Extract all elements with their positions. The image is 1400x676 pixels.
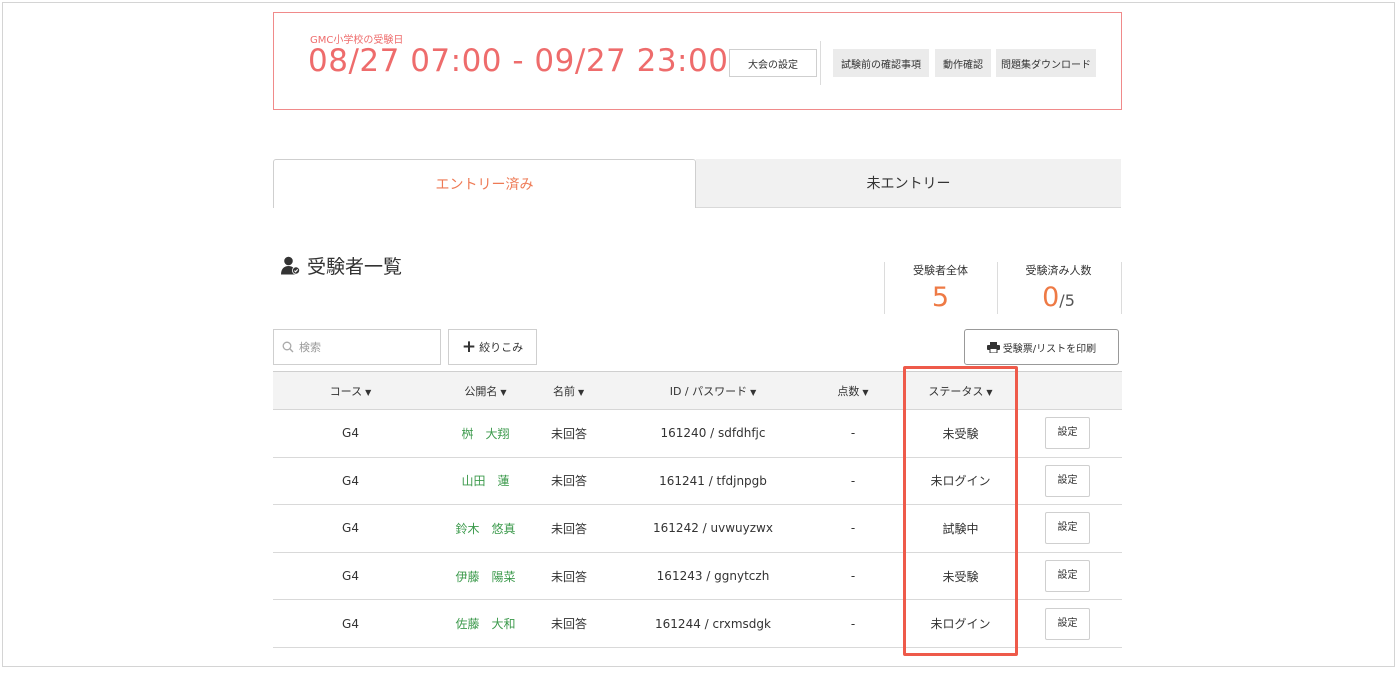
id-password-cell: 161240 / sdfdhfjc (628, 409, 798, 458)
status-cell: 試験中 (908, 504, 1013, 553)
column-header-id-password[interactable]: ID / パスワード ▼ (628, 371, 798, 410)
total-examinees-label: 受験者全体 (913, 264, 968, 277)
table-row: G4 伊藤 陽菜 未回答 161243 / ggnytczh - 未受験 設定 (273, 552, 1122, 601)
course-cell: G4 (273, 504, 428, 553)
settings-button[interactable]: 設定 (1045, 512, 1090, 545)
action-cell: 設定 (1013, 409, 1122, 458)
score-cell: - (798, 504, 908, 553)
user-check-icon (281, 256, 300, 275)
score-cell: - (798, 599, 908, 648)
filter-button-label: 絞りこみ (479, 341, 524, 354)
public-name-link[interactable]: 伊藤 陽菜 (428, 552, 543, 601)
sort-down-icon: ▼ (750, 387, 757, 397)
status-cell: 未ログイン (908, 457, 1013, 506)
column-header-action (1013, 371, 1122, 410)
operation-check-button[interactable]: 動作確認 (935, 49, 991, 77)
name-cell: 未回答 (543, 599, 628, 648)
score-cell: - (798, 409, 908, 458)
name-cell: 未回答 (543, 552, 628, 601)
problem-download-button[interactable]: 問題集ダウンロード (996, 49, 1096, 77)
exam-schedule-box: GMC小学校の受験日 08/27 07:00 - 09/27 23:00 大会の… (273, 12, 1122, 110)
tab-not-entered[interactable]: 未エントリー (696, 159, 1121, 208)
public-name-link[interactable]: 桝 大翔 (428, 409, 543, 458)
sort-down-icon: ▼ (862, 387, 869, 397)
column-header-public-name[interactable]: 公開名 ▼ (428, 371, 543, 410)
search-box[interactable] (273, 329, 441, 365)
search-icon (282, 341, 294, 353)
exam-date-range: 08/27 07:00 - 09/27 23:00 (308, 43, 729, 79)
status-cell: 未受験 (908, 552, 1013, 601)
action-cell: 設定 (1013, 552, 1122, 601)
sort-down-icon: ▼ (578, 387, 585, 397)
stat-divider (997, 262, 998, 314)
score-cell: - (798, 457, 908, 506)
column-header-status[interactable]: ステータス ▼ (908, 371, 1013, 410)
settings-button[interactable]: 設定 (1045, 607, 1090, 640)
status-cell: 未受験 (908, 409, 1013, 458)
settings-button[interactable]: 設定 (1045, 464, 1090, 497)
sort-down-icon: ▼ (500, 387, 507, 397)
completed-count-number: 0 (1042, 282, 1060, 313)
table-header-row: コース ▼ 公開名 ▼ 名前 ▼ ID / パスワード ▼ 点数 ▼ ステータス ▼ (273, 371, 1122, 410)
name-cell: 未回答 (543, 504, 628, 553)
plus-icon: + (461, 336, 477, 357)
examinee-table: コース ▼ 公開名 ▼ 名前 ▼ ID / パスワード ▼ 点数 ▼ ステータス ▼ G4 … (273, 371, 1122, 648)
action-cell: 設定 (1013, 599, 1122, 648)
table-row: G4 佐藤 大和 未回答 161244 / crxmsdgk - 未ログイン 設… (273, 599, 1122, 648)
column-header-score[interactable]: 点数 ▼ (798, 371, 908, 410)
public-name-link[interactable]: 鈴木 悠真 (428, 504, 543, 553)
completed-count-value: 0/5 (1002, 282, 1115, 313)
public-name-link[interactable]: 佐藤 大和 (428, 599, 543, 648)
header-divider (820, 41, 821, 85)
status-cell: 未ログイン (908, 599, 1013, 648)
print-button-label: 受験票/リストを印刷 (1002, 343, 1097, 355)
column-header-name[interactable]: 名前 ▼ (543, 371, 628, 410)
contest-settings-button[interactable]: 大会の設定 (729, 49, 817, 77)
table-row: G4 鈴木 悠真 未回答 161242 / uvwuyzwx - 試験中 設定 (273, 504, 1122, 553)
table-row: G4 桝 大翔 未回答 161240 / sdfdhfjc - 未受験 設定 (273, 409, 1122, 458)
course-cell: G4 (273, 599, 428, 648)
print-button[interactable]: 受験票/リストを印刷 (964, 329, 1119, 365)
course-cell: G4 (273, 457, 428, 506)
settings-button[interactable]: 設定 (1045, 560, 1090, 593)
section-title-text: 受験者一覧 (307, 256, 403, 278)
course-cell: G4 (273, 409, 428, 458)
tab-entered[interactable]: エントリー済み (273, 159, 696, 208)
public-name-link[interactable]: 山田 蓮 (428, 457, 543, 506)
name-cell: 未回答 (543, 457, 628, 506)
printer-icon (986, 341, 1000, 353)
name-cell: 未回答 (543, 409, 628, 458)
sort-down-icon: ▼ (986, 387, 993, 397)
completed-count-total: /5 (1059, 291, 1075, 310)
id-password-cell: 161241 / tfdjnpgb (628, 457, 798, 506)
table-row: G4 山田 蓮 未回答 161241 / tfdjnpgb - 未ログイン 設定 (273, 457, 1122, 506)
total-examinees-value: 5 (931, 282, 950, 313)
id-password-cell: 161243 / ggnytczh (628, 552, 798, 601)
action-cell: 設定 (1013, 457, 1122, 506)
id-password-cell: 161242 / uvwuyzwx (628, 504, 798, 553)
section-title: 受験者一覧 (281, 252, 402, 279)
pre-exam-checklist-button[interactable]: 試験前の確認事項 (833, 49, 929, 77)
settings-button[interactable]: 設定 (1045, 417, 1090, 450)
action-cell: 設定 (1013, 504, 1122, 553)
id-password-cell: 161244 / crxmsdgk (628, 599, 798, 648)
score-cell: - (798, 552, 908, 601)
column-header-course[interactable]: コース ▼ (273, 371, 428, 410)
filter-button[interactable]: + 絞りこみ (448, 329, 537, 365)
search-input[interactable] (299, 340, 429, 354)
course-cell: G4 (273, 552, 428, 601)
completed-count-label: 受験済み人数 (1025, 264, 1092, 277)
stat-divider (1121, 262, 1122, 314)
sort-down-icon: ▼ (365, 387, 372, 397)
